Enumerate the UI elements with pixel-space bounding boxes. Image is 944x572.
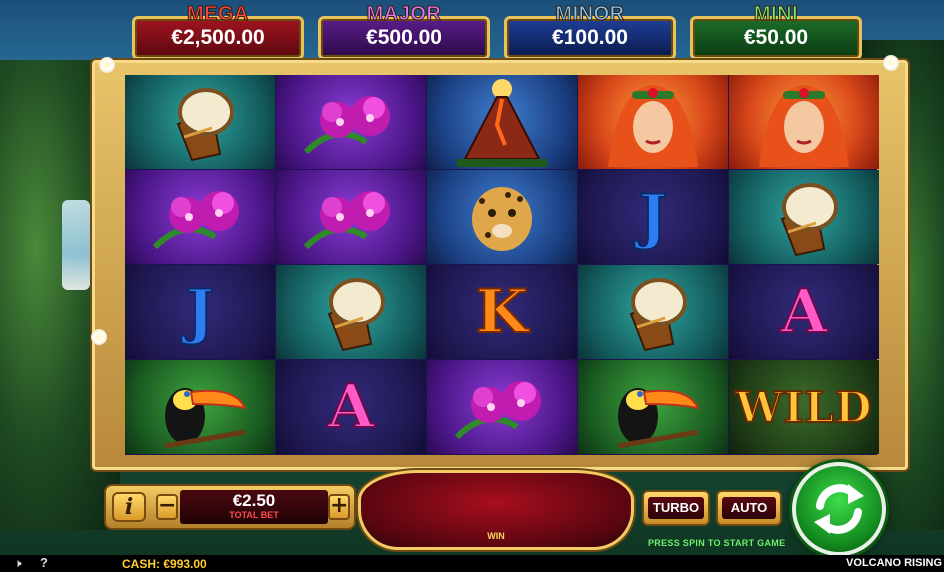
bet-panel: i − €2.50 TOTAL BET + <box>104 484 356 530</box>
symbol-orchid <box>427 360 577 454</box>
symbol-goddess <box>578 75 728 169</box>
jackpot-major: MAJOR €500.00 <box>318 3 490 60</box>
jackpot-major-title: MAJOR <box>366 3 442 26</box>
reel-5: A WILD <box>729 75 879 455</box>
win-display: WIN <box>358 470 634 550</box>
info-button[interactable]: i <box>112 492 146 522</box>
jackpot-mega: MEGA €2,500.00 <box>132 3 304 60</box>
spin-button[interactable] <box>792 462 886 556</box>
symbol-orchid <box>276 170 426 264</box>
symbol-drum <box>578 265 728 359</box>
jackpot-mini: MINI €50.00 <box>690 3 862 60</box>
symbol-drum <box>729 170 879 264</box>
reel-2: A <box>276 75 426 455</box>
jackpot-minor-value: €100.00 <box>552 26 628 49</box>
jackpot-mega-title: MEGA <box>187 3 250 26</box>
decrease-bet-button[interactable]: − <box>156 494 178 520</box>
speaker-icon[interactable]: 🕨 <box>14 556 22 571</box>
jackpot-mini-title: MINI <box>753 3 799 26</box>
spin-hint-text: PRESS SPIN TO START GAME <box>648 538 786 548</box>
symbol-king: K <box>427 265 577 359</box>
total-bet-value: €2.50 <box>232 491 276 510</box>
autoplay-button[interactable]: AUTO <box>716 490 782 526</box>
jackpot-major-value: €500.00 <box>366 26 442 49</box>
drum-icon <box>176 88 234 162</box>
total-bet-label: TOTAL BET <box>229 510 279 520</box>
drum-icon <box>780 183 838 257</box>
autoplay-label: AUTO <box>722 497 776 519</box>
bet-display: €2.50 TOTAL BET <box>180 490 328 524</box>
symbol-ace: A <box>729 265 879 359</box>
cash-display: CASH: €993.00 <box>122 557 207 571</box>
flower-decoration <box>99 57 115 73</box>
reel-1: J <box>125 75 275 455</box>
symbol-toucan <box>125 360 275 454</box>
increase-bet-button[interactable]: + <box>328 494 350 520</box>
flower-decoration <box>91 329 107 345</box>
jackpot-minor: MINOR €100.00 <box>504 3 676 60</box>
symbol-jack-text: J <box>638 182 668 252</box>
cash-value: €993.00 <box>163 557 207 571</box>
jackpot-mega-value: €2,500.00 <box>171 26 265 49</box>
symbol-orchid <box>276 75 426 169</box>
drum-icon <box>327 278 385 352</box>
flower-decoration <box>883 55 899 71</box>
cash-label: CASH: <box>122 557 160 571</box>
symbol-toucan <box>578 360 728 454</box>
symbol-volcano <box>427 75 577 169</box>
symbol-jaguar <box>427 170 577 264</box>
symbol-drum <box>125 75 275 169</box>
symbol-drum <box>276 265 426 359</box>
symbol-jack: J <box>125 265 275 359</box>
turbo-label: TURBO <box>648 497 704 519</box>
toucan-icon <box>617 388 700 449</box>
waterfall <box>62 200 90 290</box>
volcano-icon <box>457 79 547 167</box>
toucan-icon <box>164 388 247 449</box>
reel-4: J <box>578 75 728 455</box>
symbol-orchid <box>125 170 275 264</box>
jaguar-icon <box>472 187 532 251</box>
symbol-wild: WILD <box>729 360 879 454</box>
reel-frame: J A K J A WILD <box>91 55 908 470</box>
spin-arrows-icon <box>814 484 864 534</box>
drum-icon <box>629 278 687 352</box>
symbol-ace-text: A <box>780 277 829 347</box>
symbol-goddess <box>729 75 879 169</box>
turbo-button[interactable]: TURBO <box>642 490 710 526</box>
win-label: WIN <box>487 531 505 541</box>
reel-3: K <box>427 75 577 455</box>
symbol-wild-text: WILD <box>735 382 873 433</box>
status-footer: 🕨 ? CASH: €993.00 VOLCANO RISING <box>0 555 944 572</box>
orchid-icon <box>454 381 541 440</box>
help-button[interactable]: ? <box>40 555 48 570</box>
jackpot-minor-title: MINOR <box>555 3 625 26</box>
symbol-jack-text: J <box>185 277 215 347</box>
goddess-icon <box>608 85 698 167</box>
orchid-icon <box>303 191 390 250</box>
jackpot-mini-value: €50.00 <box>743 26 809 49</box>
orchid-icon <box>152 191 239 250</box>
reel-grid: J A K J A WILD <box>125 75 879 455</box>
symbol-ace: A <box>276 360 426 454</box>
orchid-icon <box>303 96 390 155</box>
jackpot-bar: MEGA €2,500.00 MAJOR €500.00 MINOR €100.… <box>130 0 864 62</box>
goddess-icon <box>759 85 849 167</box>
symbol-jack: J <box>578 170 728 264</box>
game-title: VOLCANO RISING <box>846 557 942 569</box>
symbol-ace-text: A <box>327 372 376 442</box>
symbol-king-text: K <box>475 277 529 347</box>
